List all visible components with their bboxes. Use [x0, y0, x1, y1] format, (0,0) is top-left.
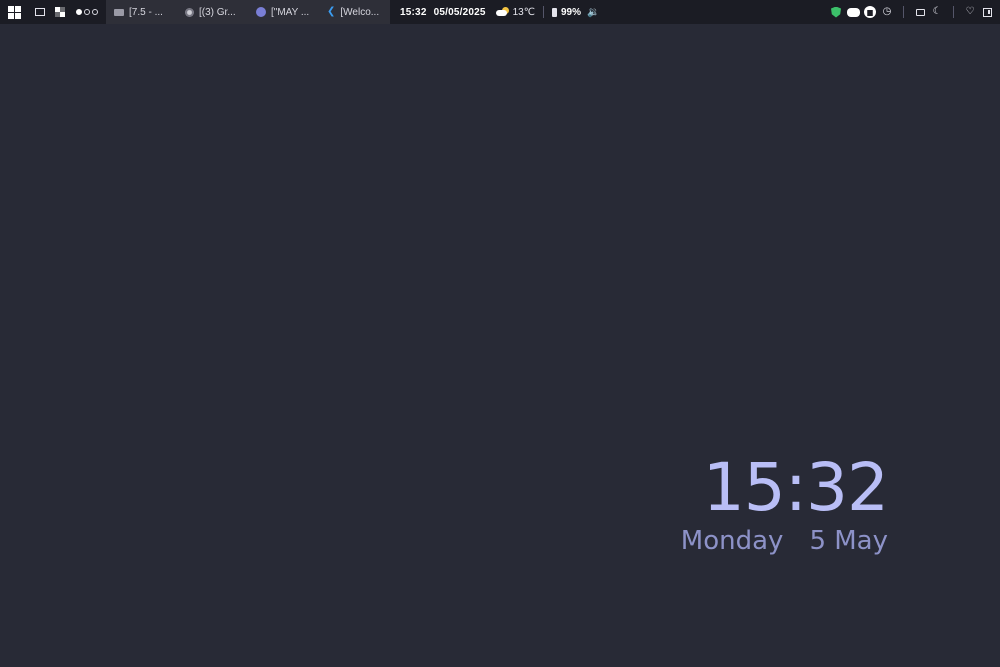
notifications-button[interactable]: ♡ — [963, 5, 977, 19]
tiling-layout-icon — [55, 7, 65, 17]
window-toggle-button[interactable] — [30, 0, 50, 24]
bar-clock[interactable]: 15:32 05/05/2025 — [400, 7, 486, 18]
spotify-icon — [864, 6, 876, 18]
task-vscode[interactable]: ❮ [Welco... — [319, 0, 390, 24]
task-browser[interactable]: [(3) Gr... — [177, 0, 248, 24]
wifi-icon: ◷ — [882, 6, 892, 17]
bar-time: 15:32 — [400, 6, 427, 18]
shield-icon — [831, 6, 841, 18]
weather-widget[interactable]: 13℃ — [495, 6, 535, 18]
wifi-tray-button[interactable]: ◷ — [880, 5, 894, 19]
night-mode-button[interactable]: ☾ — [930, 5, 944, 19]
discord-tray-button[interactable] — [846, 5, 860, 19]
printer-icon — [915, 8, 925, 16]
desktop-clock-widget: 15:32 Monday 5 May — [681, 449, 889, 557]
divider — [542, 6, 544, 18]
desktop-clock-time: 15:32 — [702, 449, 889, 526]
workspace-switcher — [76, 9, 98, 15]
window-icon — [35, 8, 45, 16]
task-label: ["MAY ... — [271, 6, 310, 18]
vscode-icon: ❮ — [327, 6, 336, 17]
start-menu-button[interactable] — [2, 0, 26, 24]
panel-icon — [982, 7, 992, 17]
workspace-1[interactable] — [76, 9, 82, 15]
weather-temp: 13℃ — [512, 6, 535, 18]
workspace-2[interactable] — [84, 9, 90, 15]
task-file-explorer[interactable]: [7.5 - ... — [106, 0, 177, 24]
divider — [903, 6, 904, 18]
volume-icon[interactable]: 🔉 — [587, 7, 599, 18]
printer-tray-button[interactable] — [913, 5, 927, 19]
task-label: [(3) Gr... — [199, 6, 236, 18]
discord-icon — [846, 7, 860, 17]
chrome-icon — [185, 7, 194, 17]
task-label: [7.5 - ... — [129, 6, 163, 18]
side-panel-button[interactable] — [980, 5, 994, 19]
battery-widget[interactable]: 99% — [551, 6, 581, 18]
folder-icon — [114, 8, 124, 16]
task-discord[interactable]: ["MAY ... — [248, 0, 319, 24]
desktop-clock-day-month: 5 May — [809, 526, 888, 556]
desktop-clock-weekday: Monday — [680, 526, 784, 556]
shield-tray-button[interactable] — [829, 5, 843, 19]
layout-toggle-button[interactable] — [50, 0, 70, 24]
system-tray: ◷ ☾ ♡ — [829, 5, 994, 19]
bell-icon: ♡ — [965, 6, 975, 17]
moon-icon: ☾ — [932, 6, 942, 17]
top-bar: [7.5 - ... [(3) Gr... ["MAY ... ❮ [Welco… — [0, 0, 1000, 24]
desktop-clock-date: Monday 5 May — [681, 526, 888, 556]
workspace-3[interactable] — [92, 9, 98, 15]
battery-icon — [551, 7, 557, 17]
partly-cloudy-icon — [495, 7, 510, 17]
start-grid-icon — [7, 5, 21, 19]
discord-icon — [256, 7, 266, 17]
task-label: [Welco... — [340, 6, 380, 18]
task-list: [7.5 - ... [(3) Gr... ["MAY ... ❮ [Welco… — [106, 0, 390, 24]
battery-level: 99% — [560, 6, 581, 18]
divider — [953, 6, 954, 18]
bar-date: 05/05/2025 — [433, 6, 486, 18]
spotify-tray-button[interactable] — [863, 5, 877, 19]
